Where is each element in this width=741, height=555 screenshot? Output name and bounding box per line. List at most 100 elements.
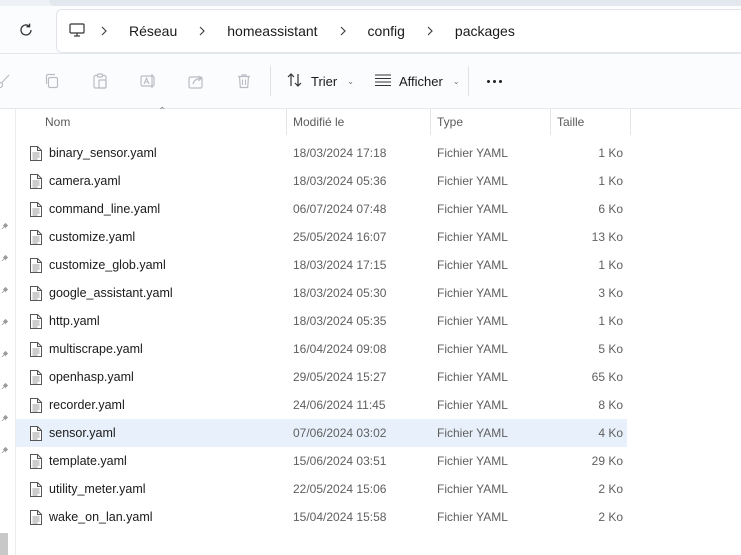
file-size: 1 Ko <box>598 146 623 160</box>
file-size: 3 Ko <box>598 286 623 300</box>
command-bar: Trier ⌄ Afficher ⌄ <box>0 54 741 109</box>
file-type: Fichier YAML <box>437 510 508 524</box>
file-row[interactable]: recorder.yaml 24/06/2024 11:45 Fichier YAM… <box>16 391 741 419</box>
file-size: 4 Ko <box>598 426 623 440</box>
nav-scrollbar[interactable] <box>0 533 8 555</box>
chevron-right-icon[interactable] <box>89 26 119 36</box>
breadcrumb-item-packages[interactable]: packages <box>445 23 525 39</box>
file-modified: 15/04/2024 15:58 <box>293 510 387 524</box>
sort-ascending-icon: ⌃ <box>158 106 167 117</box>
file-name-cell[interactable]: openhasp.yaml <box>29 363 134 391</box>
file-row[interactable]: sensor.yaml 07/06/2024 03:02 Fichier YAML 4… <box>16 419 627 447</box>
file-type: Fichier YAML <box>437 258 508 272</box>
file-type: Fichier YAML <box>437 314 508 328</box>
file-name-cell[interactable]: template.yaml <box>29 447 127 475</box>
breadcrumb-item-homeassistant[interactable]: homeassistant <box>217 23 327 39</box>
file-row[interactable]: google_assistant.yaml 18/03/2024 05:30 Fic… <box>16 279 741 307</box>
file-size: 29 Ko <box>591 454 623 468</box>
file-name-cell[interactable]: customize.yaml <box>29 223 135 251</box>
computer-icon[interactable] <box>69 22 85 41</box>
file-modified: 29/05/2024 15:27 <box>293 370 387 384</box>
file-row[interactable]: http.yaml 18/03/2024 05:35 Fichier YAML 1 K… <box>16 307 741 335</box>
pin-icon <box>1 254 9 262</box>
file-name-cell[interactable]: binary_sensor.yaml <box>29 139 157 167</box>
view-button[interactable]: Afficher ⌄ <box>374 68 460 94</box>
file-size: 5 Ko <box>598 342 623 356</box>
file-row[interactable]: customize.yaml 25/05/2024 16:07 Fichier YA… <box>16 223 741 251</box>
file-row[interactable]: template.yaml 15/06/2024 03:51 Fichier YAM… <box>16 447 741 475</box>
file-modified: 24/06/2024 11:45 <box>293 398 386 412</box>
chevron-down-icon: ⌄ <box>347 76 354 86</box>
file-name: customize.yaml <box>49 230 136 244</box>
file-size: 1 Ko <box>598 258 623 272</box>
file-name: recorder.yaml <box>49 398 125 412</box>
chevron-down-icon: ⌄ <box>452 76 460 86</box>
column-header-name[interactable]: Nom <box>45 109 70 135</box>
file-icon <box>29 173 43 190</box>
file-name-cell[interactable]: camera.yaml <box>29 167 121 195</box>
pin-icon <box>1 222 9 230</box>
file-name-cell[interactable]: utility_meter.yaml <box>29 475 146 503</box>
file-row[interactable]: customize_glob.yaml 18/03/2024 17:15 Fichi… <box>16 251 741 279</box>
file-name-cell[interactable]: customize_glob.yaml <box>29 251 166 279</box>
view-label: Afficher <box>399 73 443 89</box>
file-name: camera.yaml <box>49 174 121 188</box>
column-header: Nom ⌃ Modifié le Type Taille <box>16 106 741 135</box>
file-name-cell[interactable]: multiscrape.yaml <box>29 335 143 363</box>
file-name-cell[interactable]: google_assistant.yaml <box>29 279 173 307</box>
file-name-cell[interactable]: recorder.yaml <box>29 391 125 419</box>
file-row[interactable]: wake_on_lan.yaml 15/04/2024 15:58 Fichier … <box>16 503 741 531</box>
file-modified: 18/03/2024 05:30 <box>293 286 387 300</box>
navigation-pane[interactable] <box>0 109 16 555</box>
sort-button[interactable]: Trier ⌄ <box>286 68 354 94</box>
file-modified: 18/03/2024 05:36 <box>293 174 387 188</box>
file-row[interactable]: multiscrape.yaml 16/04/2024 09:08 Fichier … <box>16 335 741 363</box>
file-name-cell[interactable]: wake_on_lan.yaml <box>29 503 153 531</box>
chevron-right-icon[interactable] <box>415 26 445 36</box>
more-icon[interactable] <box>482 70 506 92</box>
file-type: Fichier YAML <box>437 146 508 160</box>
delete-icon[interactable] <box>234 71 254 91</box>
pin-icon <box>1 446 9 454</box>
file-row[interactable]: command_line.yaml 06/07/2024 07:48 Fichier… <box>16 195 741 223</box>
file-modified: 15/06/2024 03:51 <box>293 454 387 468</box>
refresh-icon[interactable] <box>14 20 38 40</box>
file-icon <box>29 481 43 498</box>
file-name: openhasp.yaml <box>49 370 134 384</box>
file-row[interactable]: camera.yaml 18/03/2024 05:36 Fichier YAML 1… <box>16 167 741 195</box>
column-header-modified[interactable]: Modifié le <box>293 109 344 135</box>
share-icon[interactable] <box>186 71 206 91</box>
file-type: Fichier YAML <box>437 426 508 440</box>
file-name: multiscrape.yaml <box>49 342 143 356</box>
file-icon <box>29 369 43 386</box>
pin-icon <box>1 286 9 294</box>
column-header-size[interactable]: Taille <box>557 109 584 135</box>
file-size: 8 Ko <box>598 398 623 412</box>
file-name-cell[interactable]: http.yaml <box>29 307 100 335</box>
column-header-type[interactable]: Type <box>437 109 463 135</box>
file-row[interactable]: utility_meter.yaml 22/05/2024 15:06 Fichie… <box>16 475 741 503</box>
rename-icon[interactable] <box>138 71 158 91</box>
copy-icon[interactable] <box>42 71 62 91</box>
file-size: 65 Ko <box>591 370 623 384</box>
file-icon <box>29 257 43 274</box>
chevron-right-icon[interactable] <box>328 26 358 36</box>
file-row[interactable]: openhasp.yaml 29/05/2024 15:27 Fichier YAM… <box>16 363 741 391</box>
file-icon <box>29 509 43 526</box>
chevron-right-icon[interactable] <box>187 26 217 36</box>
cut-icon[interactable] <box>0 71 14 91</box>
toolbar-divider <box>468 66 469 96</box>
file-name-cell[interactable]: sensor.yaml <box>29 419 116 447</box>
breadcrumb-item-config[interactable]: config <box>358 23 415 39</box>
toolbar-divider <box>270 66 271 96</box>
file-name: binary_sensor.yaml <box>49 146 157 160</box>
file-row[interactable]: binary_sensor.yaml 18/03/2024 17:18 Fichie… <box>16 139 741 167</box>
file-name: google_assistant.yaml <box>49 286 173 300</box>
paste-icon[interactable] <box>90 71 110 91</box>
file-icon <box>29 313 43 330</box>
breadcrumb-item-reseau[interactable]: Réseau <box>119 23 187 39</box>
file-type: Fichier YAML <box>437 286 508 300</box>
file-name-cell[interactable]: command_line.yaml <box>29 195 160 223</box>
file-name: command_line.yaml <box>49 202 161 216</box>
breadcrumb[interactable]: Réseau homeassistant config packages <box>56 9 741 53</box>
